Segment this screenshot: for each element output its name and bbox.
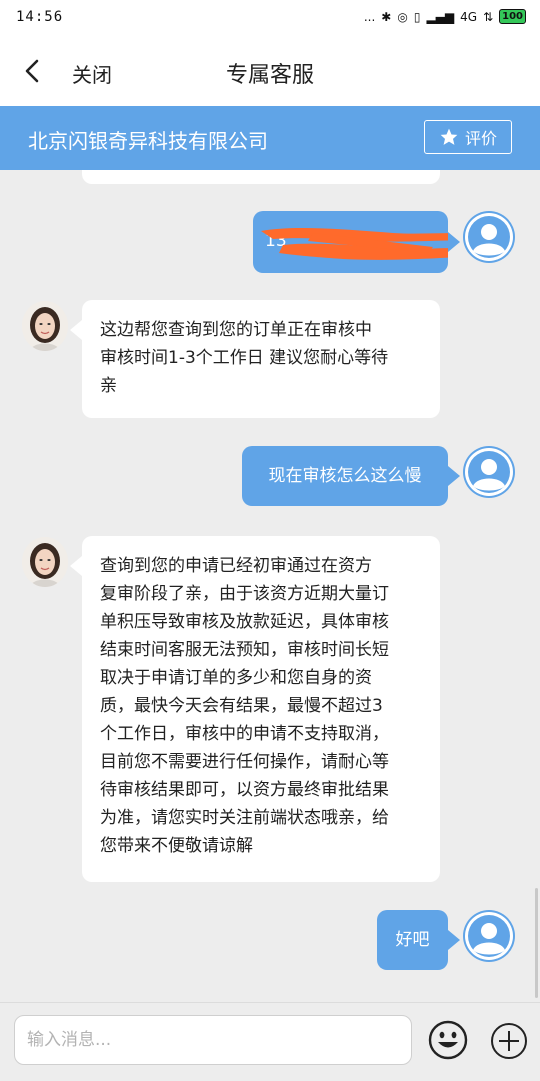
agent-avatar <box>22 301 68 351</box>
message-line: 查询到您的申请已经初审通过在资方 <box>100 556 372 576</box>
message-line: 取决于申请订单的多少和您自身的资 <box>100 668 372 688</box>
bubble-tail <box>448 232 460 252</box>
input-bar <box>0 1002 540 1081</box>
scrollbar[interactable] <box>535 888 538 998</box>
bubble-tail <box>70 556 82 576</box>
status-icons: ... ✱ ◎ ▯ ▂▄▆ 4G ⇅ 100 <box>364 9 526 24</box>
bluetooth-icon: ✱ <box>381 9 392 24</box>
message-line: 待审核结果即可，以资方最终审批结果 <box>100 780 389 800</box>
message-line: 结束时间客服无法预知，审核时间长短 <box>100 640 389 660</box>
vibrate-icon: ▯ <box>413 9 421 24</box>
user-avatar <box>463 211 515 263</box>
message-line: 目前您不需要进行任何操作，请耐心等 <box>100 752 389 772</box>
message-line: 审核时间1-3个工作日 建议您耐心等待 <box>100 348 389 368</box>
message-line: 复审阶段了亲，由于该资方近期大量订 <box>100 584 389 604</box>
battery-icon: 100 <box>499 9 526 24</box>
message-line: 质，最快今天会有结果，最慢不超过3 <box>100 696 383 716</box>
bubble-tail <box>70 320 82 340</box>
user-message-bubble: 好吧 <box>377 910 448 970</box>
title-bar: 关闭 专属客服 <box>0 36 540 106</box>
user-message-text: 现在审核怎么这么慢 <box>268 466 422 486</box>
message-line: 单积压导致审核及放款延迟，具体审核 <box>100 612 389 632</box>
agent-message-bubble: 这边帮您查询到您的订单正在审核中 审核时间1-3个工作日 建议您耐心等待 亲 <box>82 300 440 418</box>
previous-message-bubble <box>82 170 440 184</box>
rate-label: 评价 <box>464 129 497 148</box>
emoji-icon[interactable] <box>427 1019 469 1061</box>
agent-avatar <box>22 537 68 587</box>
agent-avatar-photo <box>22 537 68 587</box>
bubble-tail <box>448 930 460 950</box>
status-bar: 14:56 ... ✱ ◎ ▯ ▂▄▆ 4G ⇅ 100 <box>0 0 540 36</box>
agent-avatar-photo <box>22 301 68 351</box>
user-message-bubble: 13 <box>253 211 448 273</box>
alarm-icon: ◎ <box>397 9 408 24</box>
user-message-bubble: 现在审核怎么这么慢 <box>242 446 448 506</box>
page-title: 专属客服 <box>225 63 314 88</box>
message-line: 您带来不便敬请谅解 <box>100 836 253 856</box>
message-line: 个工作日，审核中的申请不支持取消， <box>100 724 389 744</box>
company-bar: 北京闪银奇异科技有限公司 评价 <box>0 106 540 170</box>
message-input[interactable] <box>14 1015 412 1065</box>
message-line: 这边帮您查询到您的订单正在审核中 <box>100 320 372 340</box>
data-arrows-icon: ⇅ <box>483 9 494 24</box>
bubble-tail <box>448 466 460 486</box>
user-avatar <box>463 910 515 962</box>
agent-message-bubble: 查询到您的申请已经初审通过在资方 复审阶段了亲，由于该资方近期大量订 单积压导致… <box>82 536 440 882</box>
network-type: 4G <box>460 9 478 24</box>
user-avatar-icon <box>465 213 513 261</box>
star-icon <box>440 128 458 145</box>
status-time: 14:56 <box>16 9 64 25</box>
company-name: 北京闪银奇异科技有限公司 <box>28 129 268 153</box>
user-avatar-icon <box>465 448 513 496</box>
message-line: 亲 <box>100 376 117 396</box>
user-avatar-icon <box>465 912 513 960</box>
signal-icon: ▂▄▆ <box>426 9 455 24</box>
rate-button[interactable]: 评价 <box>424 120 512 154</box>
chat-area[interactable]: 13 这边帮您查询到您的订单正在审核中 审核时间1-3个工作日 建议您耐心等待 … <box>0 170 540 1002</box>
plus-icon[interactable] <box>489 1021 529 1061</box>
user-message-text: 好吧 <box>395 930 430 950</box>
redaction-scribble <box>261 227 448 260</box>
user-avatar <box>463 446 515 498</box>
message-line: 为准，请您实时关注前端状态哦亲，给 <box>100 808 389 828</box>
more-dots-icon: ... <box>363 9 376 24</box>
